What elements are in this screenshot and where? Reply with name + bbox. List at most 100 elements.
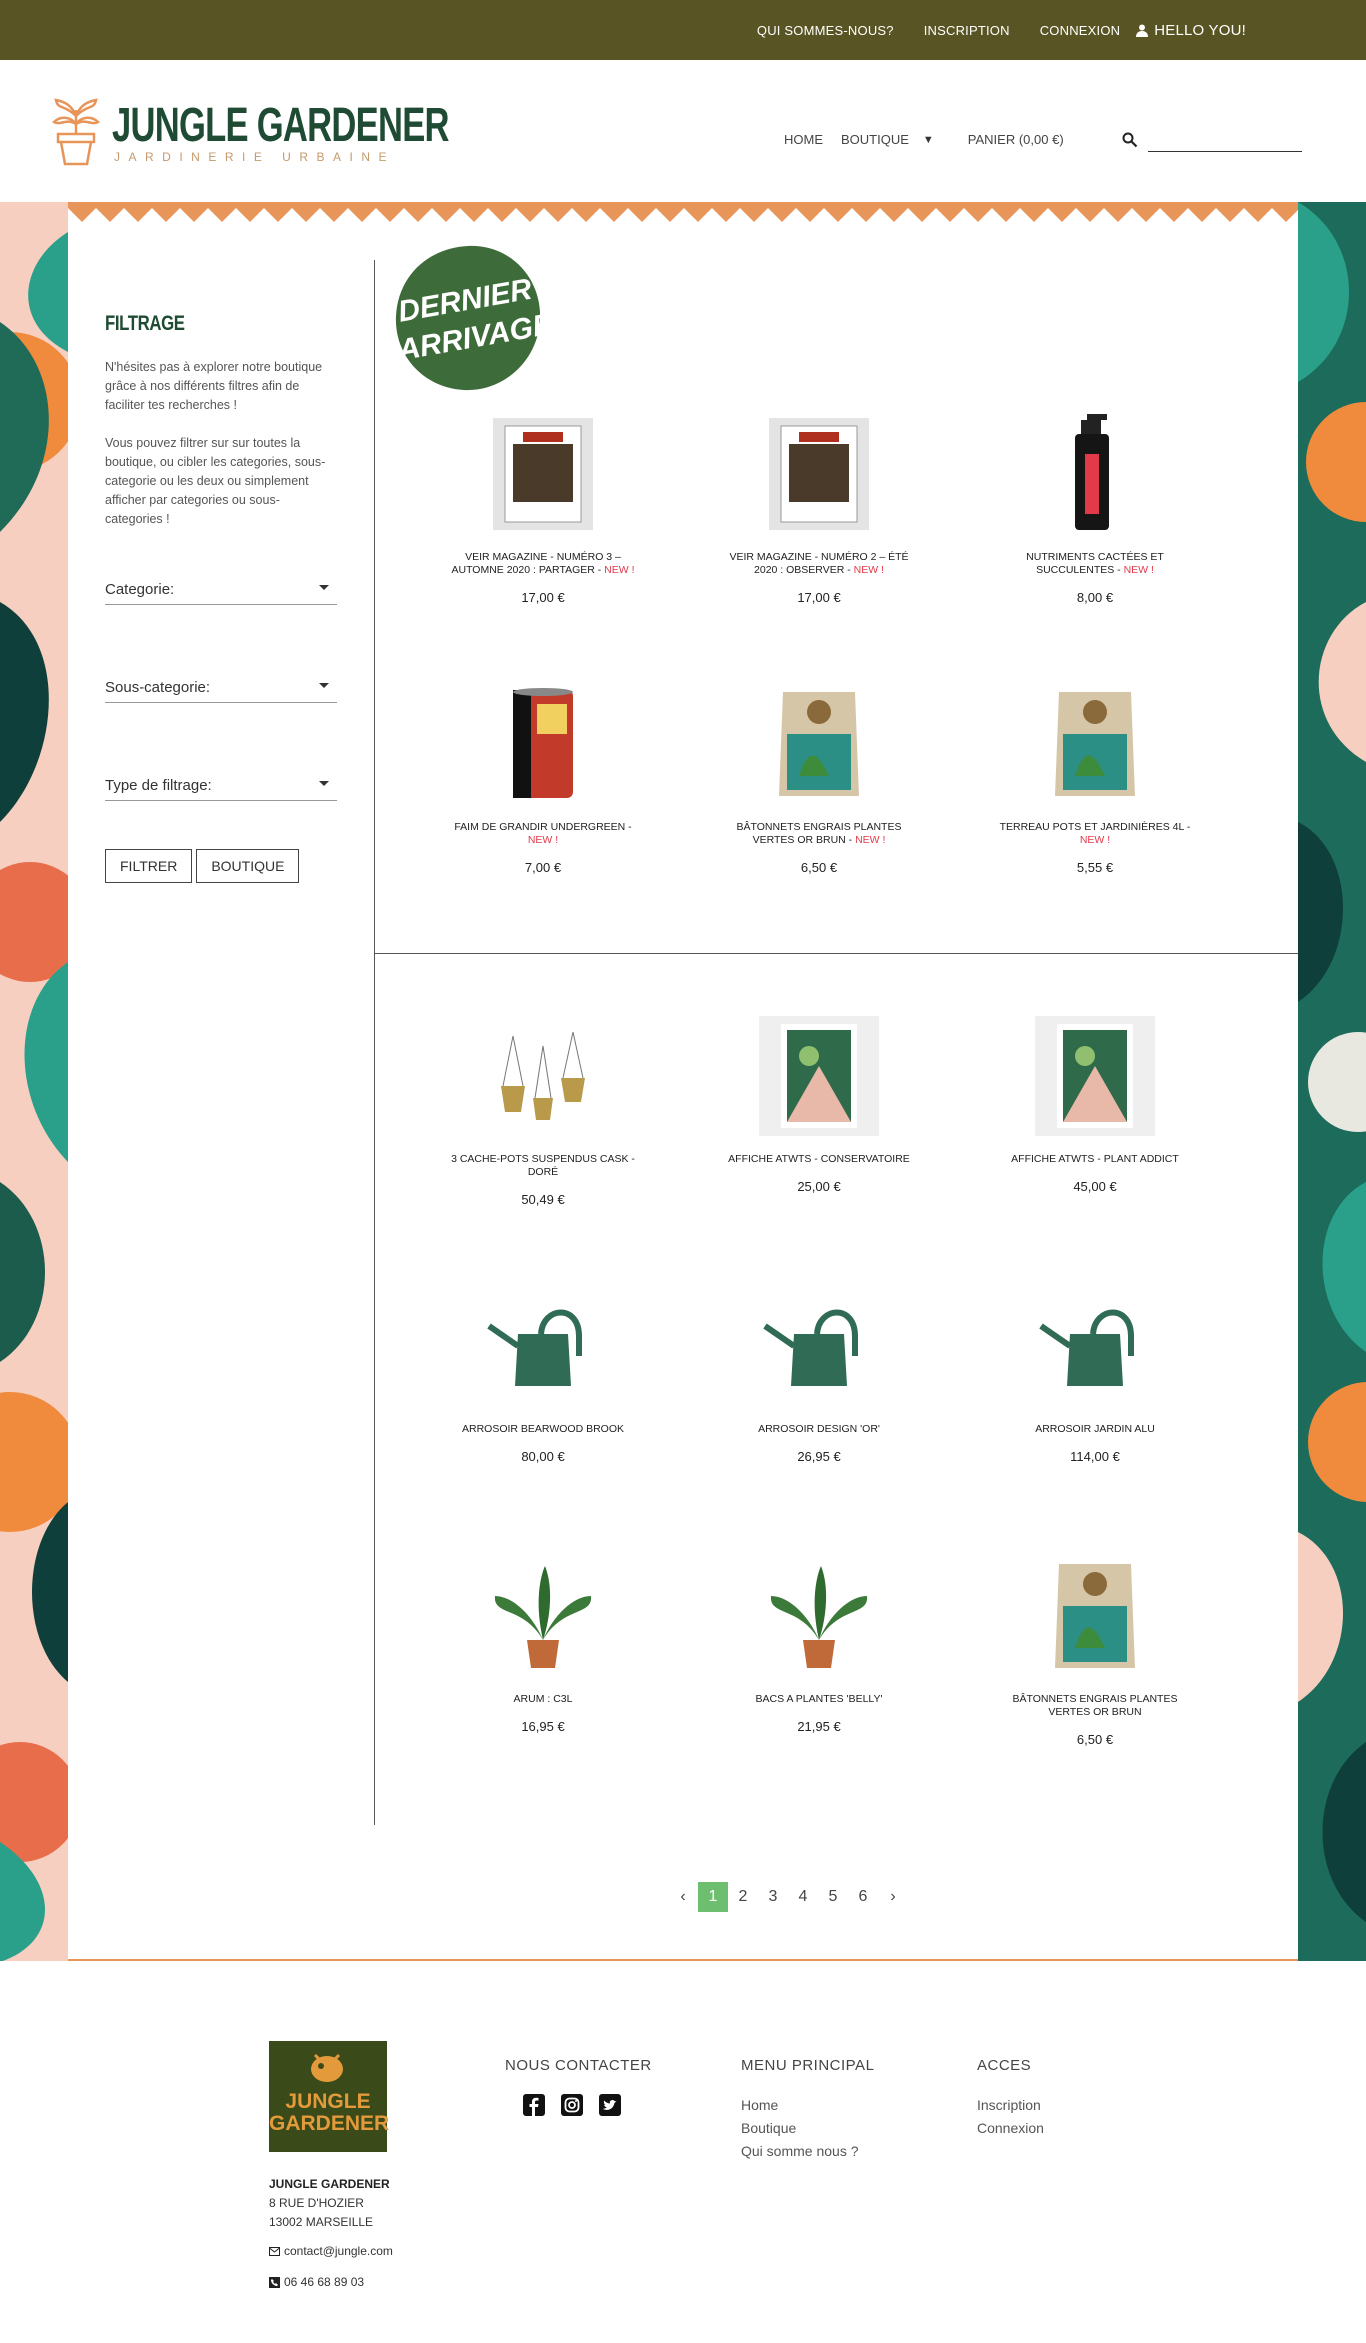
product-title[interactable]: BÂTONNETS ENGRAIS PLANTES VERTES OR BRUN (995, 1693, 1195, 1719)
product-price: 17,00 € (797, 590, 841, 605)
product-price: 114,00 € (1070, 1449, 1120, 1464)
product-title[interactable]: BÂTONNETS ENGRAIS PLANTES VERTES OR BRUN… (719, 821, 919, 847)
product-name: BÂTONNETS ENGRAIS PLANTES VERTES OR BRUN (1012, 1693, 1178, 1718)
product-card[interactable]: TERREAU POTS ET JARDINIÈRES 4L - NEW ! 5,… (995, 684, 1195, 875)
menu-title: MENU PRINCIPAL (741, 2057, 875, 2074)
email-link[interactable]: contact@jungle.com (284, 2242, 393, 2261)
search-icon[interactable] (1122, 132, 1138, 148)
filter-button[interactable]: FILTRER (105, 849, 193, 883)
product-image[interactable] (483, 1286, 603, 1406)
nav-shop[interactable]: BOUTIQUE (841, 132, 909, 147)
login-link[interactable]: CONNEXION (1040, 23, 1121, 38)
product-image[interactable] (759, 1556, 879, 1676)
product-image[interactable] (1035, 1016, 1155, 1136)
main-nav: HOME BOUTIQUE ▼ PANIER (0,00 €) (784, 132, 1082, 147)
footer-link-shop[interactable]: Boutique (741, 2117, 874, 2140)
register-link[interactable]: INSCRIPTION (924, 23, 1010, 38)
product-image[interactable] (483, 1556, 603, 1676)
product-card[interactable]: BÂTONNETS ENGRAIS PLANTES VERTES OR BRUN… (995, 1556, 1195, 1747)
product-card[interactable]: VEIR MAGAZINE - NUMÉRO 2 – ÉTÉ 2020 : OB… (719, 414, 919, 605)
page-6[interactable]: 6 (848, 1882, 878, 1912)
poster-icon (759, 1016, 879, 1136)
product-image[interactable] (483, 1016, 603, 1136)
product-title[interactable]: ARROSOIR DESIGN 'OR' (719, 1423, 919, 1436)
product-card[interactable]: AFFICHE ATWTS - PLANT ADDICT 45,00 € (995, 1016, 1195, 1194)
product-price: 7,00 € (524, 860, 562, 875)
main-menu-column: MENU PRINCIPAL Home Boutique Qui somme n… (741, 2057, 874, 2163)
twitter-icon[interactable] (599, 2094, 621, 2116)
facebook-icon[interactable] (523, 2094, 545, 2116)
product-card[interactable]: NUTRIMENTS CACTÉES ET SUCCULENTES - NEW … (995, 414, 1195, 605)
product-image[interactable] (759, 1016, 879, 1136)
filter-type-select[interactable]: Type de filtrage: (105, 765, 337, 801)
page-5[interactable]: 5 (818, 1882, 848, 1912)
plant-icon (770, 1566, 868, 1668)
product-card[interactable]: FAIM DE GRANDIR UNDERGREEN - NEW ! 7,00 € (443, 684, 643, 875)
email-icon (269, 2247, 280, 2256)
nav-home[interactable]: HOME (784, 132, 823, 147)
product-title[interactable]: TERREAU POTS ET JARDINIÈRES 4L - NEW ! (995, 821, 1195, 847)
page-2[interactable]: 2 (728, 1882, 758, 1912)
product-card[interactable]: ARUM : C3L 16,95 € (443, 1556, 643, 1734)
product-image[interactable] (483, 414, 603, 534)
watering-can-icon (487, 1309, 582, 1386)
prev-page-icon[interactable]: ‹ (668, 1882, 698, 1912)
product-image[interactable] (759, 1286, 879, 1406)
product-title[interactable]: 3 CACHE-POTS SUSPENDUS CASK - DORÉ (443, 1153, 643, 1179)
footer-link-register[interactable]: Inscription (977, 2094, 1044, 2117)
product-name: ARROSOIR DESIGN 'OR' (758, 1423, 880, 1435)
subcategory-select[interactable]: Sous-categorie: (105, 667, 337, 703)
product-title[interactable]: ARROSOIR BEARWOOD BROOK (443, 1423, 643, 1436)
product-price: 26,95 € (797, 1449, 841, 1464)
horizontal-divider (374, 953, 1298, 954)
product-image[interactable] (759, 684, 879, 804)
magazine-icon (769, 418, 869, 530)
site-logo[interactable]: JUNGLE GARDENER JARDINERIE URBAINE (52, 96, 449, 176)
footer-link-home[interactable]: Home (741, 2094, 874, 2117)
search-input[interactable] (1148, 128, 1302, 152)
phone-icon (269, 2277, 280, 2288)
product-image[interactable] (1035, 1286, 1155, 1406)
next-page-icon[interactable]: › (878, 1882, 908, 1912)
product-title[interactable]: AFFICHE ATWTS - CONSERVATOIRE (719, 1153, 919, 1166)
about-link[interactable]: QUI SOMMES-NOUS? (757, 23, 894, 38)
product-card[interactable]: ARROSOIR BEARWOOD BROOK 80,00 € (443, 1286, 643, 1464)
page-4[interactable]: 4 (788, 1882, 818, 1912)
filter-sidebar: FILTRAGE N'hésites pas à explorer notre … (105, 312, 337, 883)
product-card[interactable]: ARROSOIR DESIGN 'OR' 26,95 € (719, 1286, 919, 1464)
instagram-icon[interactable] (561, 2094, 583, 2116)
product-title[interactable]: FAIM DE GRANDIR UNDERGREEN - NEW ! (443, 821, 643, 847)
product-card[interactable]: AFFICHE ATWTS - CONSERVATOIRE 25,00 € (719, 1016, 919, 1194)
product-title[interactable]: ARUM : C3L (443, 1693, 643, 1706)
product-title[interactable]: VEIR MAGAZINE - NUMÉRO 3 – AUTOMNE 2020 … (443, 551, 643, 577)
page-1[interactable]: 1 (698, 1882, 728, 1912)
product-image[interactable] (1035, 684, 1155, 804)
product-title[interactable]: NUTRIMENTS CACTÉES ET SUCCULENTES - NEW … (995, 551, 1195, 577)
product-price: 80,00 € (521, 1449, 565, 1464)
page-3[interactable]: 3 (758, 1882, 788, 1912)
filter-intro: N'hésites pas à explorer notre boutique … (105, 360, 323, 412)
product-title[interactable]: ARROSOIR JARDIN ALU (995, 1423, 1195, 1436)
product-image[interactable] (483, 684, 603, 804)
product-price: 16,95 € (521, 1719, 565, 1734)
nav-cart[interactable]: PANIER (0,00 €) (968, 132, 1064, 147)
product-card[interactable]: BÂTONNETS ENGRAIS PLANTES VERTES OR BRUN… (719, 684, 919, 875)
footer-link-about[interactable]: Qui somme nous ? (741, 2140, 874, 2163)
product-card[interactable]: 3 CACHE-POTS SUSPENDUS CASK - DORÉ 50,49 … (443, 1016, 643, 1207)
category-select[interactable]: Categorie: (105, 569, 337, 605)
poster-icon (1035, 1016, 1155, 1136)
product-price: 6,50 € (1076, 1732, 1114, 1747)
product-card[interactable]: ARROSOIR JARDIN ALU 114,00 € (995, 1286, 1195, 1464)
user-menu[interactable]: HELLO YOU! (1136, 22, 1246, 39)
product-image[interactable] (1035, 414, 1155, 534)
product-card[interactable]: VEIR MAGAZINE - NUMÉRO 3 – AUTOMNE 2020 … (443, 414, 643, 605)
product-card[interactable]: BACS A PLANTES 'BELLY' 21,95 € (719, 1556, 919, 1734)
product-image[interactable] (759, 414, 879, 534)
product-image[interactable] (1035, 1556, 1155, 1676)
product-title[interactable]: AFFICHE ATWTS - PLANT ADDICT (995, 1153, 1195, 1166)
product-title[interactable]: BACS A PLANTES 'BELLY' (719, 1693, 919, 1706)
shop-button[interactable]: BOUTIQUE (196, 849, 300, 883)
chevron-down-icon[interactable]: ▼ (923, 134, 934, 146)
footer-link-login[interactable]: Connexion (977, 2117, 1044, 2140)
product-title[interactable]: VEIR MAGAZINE - NUMÉRO 2 – ÉTÉ 2020 : OB… (719, 551, 919, 577)
